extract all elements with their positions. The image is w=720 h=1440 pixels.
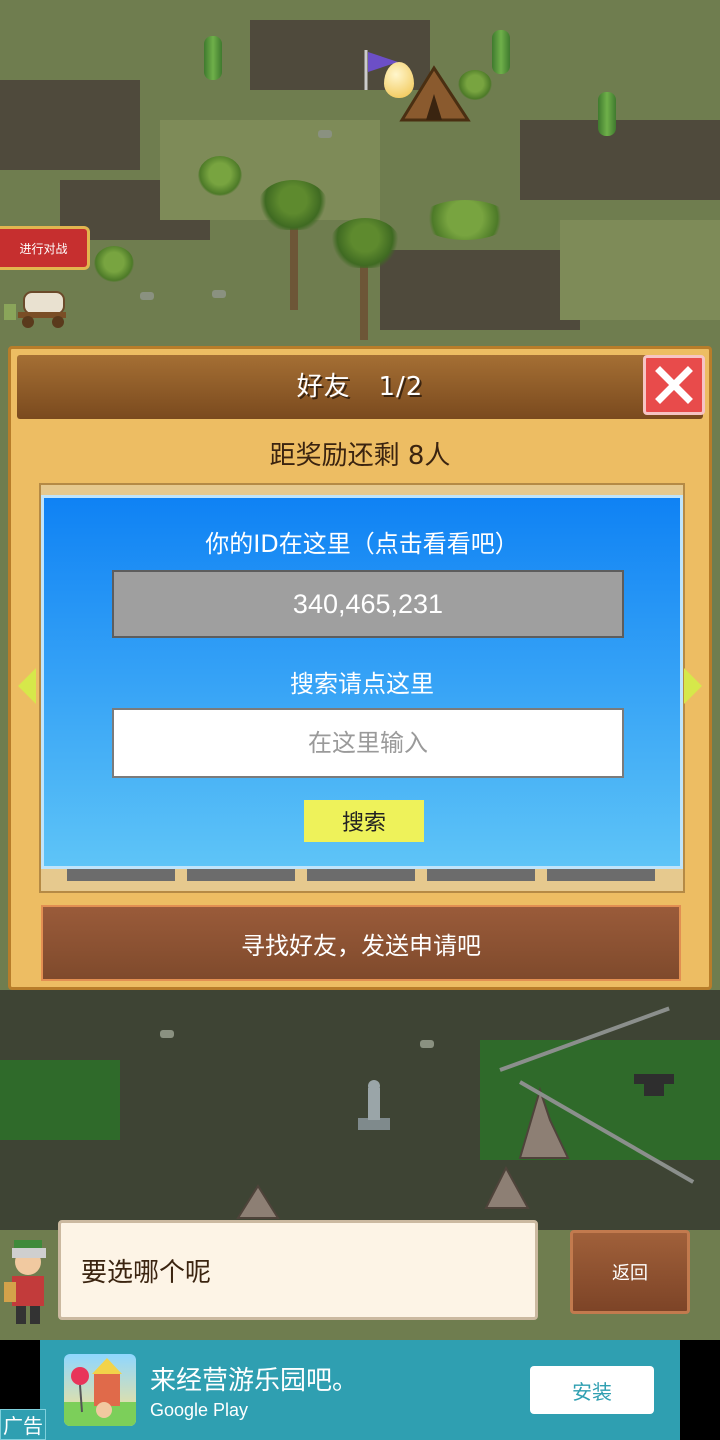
rock-spire-icon: [484, 1165, 530, 1209]
search-button[interactable]: 搜索: [304, 800, 424, 842]
palm-tree-trunk: [360, 260, 368, 340]
rock: [420, 1040, 434, 1048]
id-search-panel: 你的ID在这里（点击看看吧） 340,465,231 搜索请点这里 搜索: [41, 495, 683, 869]
grass-patch: [560, 220, 720, 320]
id-caption: 你的ID在这里（点击看看吧）: [205, 530, 519, 558]
search-caption: 搜索请点这里: [290, 670, 434, 698]
find-friends-button[interactable]: 寻找好友，发送申请吧: [41, 905, 681, 981]
close-button[interactable]: [643, 355, 705, 415]
rock: [212, 290, 226, 298]
palm-tree-trunk: [290, 220, 298, 310]
ad-store-name: Google Play: [150, 1400, 249, 1420]
bush: [94, 246, 134, 282]
wagon-icon[interactable]: [4, 286, 70, 330]
amusement-park-icon: [64, 1358, 136, 1426]
install-button[interactable]: 安装: [530, 1366, 654, 1414]
palm-tree: [258, 180, 328, 230]
speech-text: 要选哪个呢: [81, 1258, 212, 1288]
next-page-arrow-icon[interactable]: [684, 668, 702, 704]
cactus: [492, 30, 510, 74]
speech-bubble: 要选哪个呢: [58, 1220, 538, 1320]
ad-app-icon[interactable]: [64, 1354, 136, 1426]
bush: [198, 156, 242, 196]
rock: [140, 292, 154, 300]
anvil-icon: [634, 1074, 674, 1096]
prev-page-arrow-icon[interactable]: [18, 668, 36, 704]
palm-tree: [330, 218, 400, 268]
battle-button-label: 进行对战: [19, 241, 68, 256]
dirt-patch: [520, 120, 720, 200]
dirt-patch: [380, 250, 580, 330]
close-icon: [655, 366, 693, 404]
reward-remaining-text: 距奖励还剩 8人: [269, 441, 451, 471]
tall-grass-area: [0, 1060, 120, 1140]
advisor-avatar: [4, 1240, 46, 1324]
dialog-title-text: 好友: [296, 372, 351, 402]
rock-spire-icon: [236, 1184, 280, 1219]
egg-icon: [384, 62, 414, 98]
flower-bush: [420, 200, 510, 240]
battle-button[interactable]: 进行对战: [0, 226, 90, 270]
ad-banner-area: 来经营游乐园吧。 Google Play 安装 广告: [0, 1340, 720, 1440]
ad-title: 来经营游乐园吧。: [150, 1366, 359, 1396]
player-id-display[interactable]: 340,465,231: [112, 570, 624, 638]
rock-spire-icon: [518, 1086, 570, 1159]
ad-banner[interactable]: 来经营游乐园吧。 Google Play 安装: [40, 1340, 680, 1440]
rock: [318, 130, 332, 138]
statue-icon: [358, 1080, 390, 1130]
page-indicator: 1/2: [378, 372, 424, 402]
friends-dialog: 好友 1/2 距奖励还剩 8人 你的ID在这里（点击看看吧） 340,465,2…: [8, 346, 712, 990]
dirt-patch: [0, 80, 140, 170]
find-friends-label: 寻找好友，发送申请吧: [241, 931, 481, 960]
rock: [160, 1030, 174, 1038]
cactus: [598, 92, 616, 136]
friend-search-input[interactable]: [112, 708, 624, 778]
dialog-title: 好友 1/2: [17, 355, 703, 419]
back-button-label: 返回: [612, 1263, 648, 1284]
dialog-header: 好友 1/2: [17, 355, 703, 419]
cactus: [204, 36, 222, 80]
back-button[interactable]: 返回: [570, 1230, 690, 1314]
ad-label: 广告: [0, 1409, 46, 1440]
